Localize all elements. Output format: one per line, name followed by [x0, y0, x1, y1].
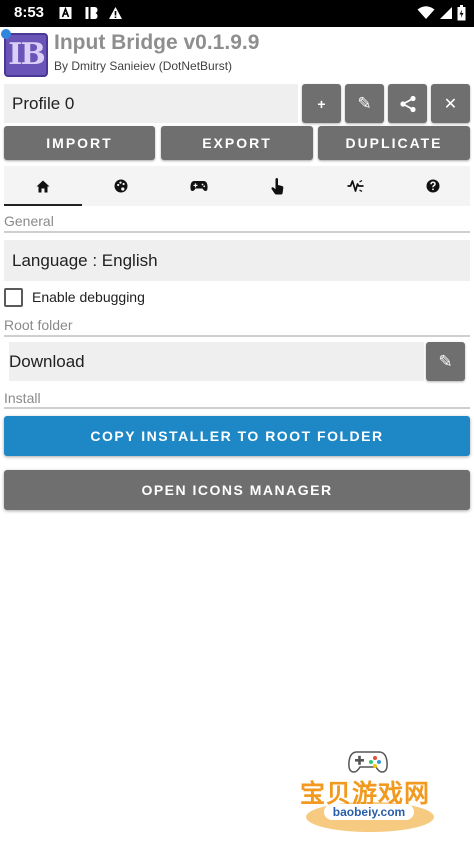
profile-name: Profile 0: [12, 93, 75, 113]
share-profile-button[interactable]: [388, 84, 427, 123]
open-icons-manager-button[interactable]: OPEN ICONS MANAGER: [4, 470, 470, 510]
edit-icon: ✎: [357, 93, 372, 113]
watermark-gamepad-icon: [348, 751, 388, 773]
edit-profile-button[interactable]: ✎: [345, 84, 384, 123]
wifi-icon: [417, 6, 435, 19]
signal-icon: [440, 7, 452, 19]
status-time: 8:53: [14, 4, 45, 21]
language-selector[interactable]: Language : English: [4, 240, 470, 281]
tab-home[interactable]: [4, 166, 82, 206]
add-profile-button[interactable]: +: [302, 84, 341, 123]
root-folder-field[interactable]: Download: [9, 342, 424, 381]
logo-badge-dot: [1, 29, 11, 39]
section-label-install: Install: [4, 390, 41, 406]
watermark: 宝贝游戏网 baobeiy.com: [298, 746, 442, 838]
enable-debugging-label: Enable debugging: [32, 289, 145, 305]
vibration-icon: [347, 179, 363, 193]
tab-help[interactable]: [394, 166, 472, 206]
app-logo-text: IB: [8, 37, 45, 72]
divider: [4, 407, 470, 409]
divider: [4, 231, 470, 233]
tab-vibration[interactable]: [316, 166, 394, 206]
a-notification-icon: [59, 6, 72, 19]
import-button[interactable]: IMPORT: [4, 126, 155, 160]
export-button[interactable]: EXPORT: [161, 126, 313, 160]
edit-root-folder-button[interactable]: ✎: [426, 342, 465, 381]
app-title: Input Bridge v0.1.9.9: [54, 31, 260, 54]
section-label-general: General: [4, 213, 54, 229]
status-bar: 8:53: [0, 0, 474, 27]
copy-installer-button[interactable]: COPY INSTALLER TO ROOT FOLDER: [4, 416, 470, 456]
app-author: By Dmitry Sanieiev (DotNetBurst): [54, 59, 233, 73]
profile-selector[interactable]: Profile 0: [4, 84, 298, 123]
delete-profile-button[interactable]: ✕: [431, 84, 470, 123]
divider: [4, 335, 470, 337]
edit-icon: ✎: [438, 351, 453, 371]
language-value: Language : English: [12, 250, 158, 270]
touch-icon: [270, 177, 283, 194]
gamepad-icon: [190, 181, 208, 191]
palette-icon: [114, 179, 128, 193]
enable-debugging-checkbox[interactable]: [4, 288, 23, 307]
add-icon: +: [317, 95, 326, 112]
help-icon: [426, 179, 440, 193]
close-icon: ✕: [443, 95, 458, 113]
app-logo: IB: [4, 33, 48, 77]
home-icon: [36, 180, 50, 192]
watermark-url: baobeiy.com: [324, 804, 414, 820]
tab-touch[interactable]: [238, 166, 316, 206]
section-label-root-folder: Root folder: [4, 317, 73, 333]
tab-appearance[interactable]: [82, 166, 160, 206]
root-folder-value: Download: [9, 351, 85, 371]
battery-icon: [457, 5, 466, 21]
warning-icon: [109, 7, 122, 19]
ib-notification-icon: [85, 7, 98, 19]
tab-bar: [4, 166, 470, 206]
tab-selected-indicator: [4, 204, 82, 206]
tab-gamepad[interactable]: [160, 166, 238, 206]
duplicate-button[interactable]: DUPLICATE: [318, 126, 470, 160]
share-icon: [399, 95, 416, 112]
